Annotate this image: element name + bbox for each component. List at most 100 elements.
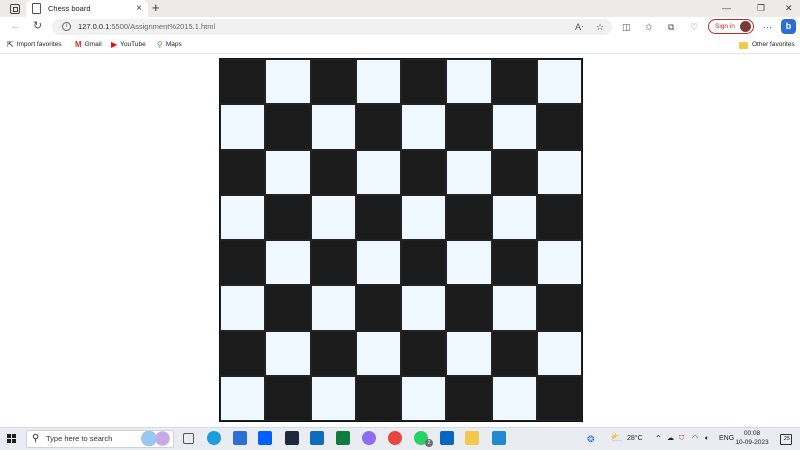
board-square-dark (536, 104, 582, 150)
favorite-gmail[interactable]: M Gmail (75, 40, 102, 50)
new-tab-button[interactable]: + (152, 0, 160, 16)
board-square-dark (491, 149, 537, 195)
board-square-light (265, 59, 311, 105)
close-window-button[interactable]: ✕ (785, 0, 793, 16)
excel-icon[interactable] (336, 431, 350, 445)
maximize-button[interactable]: ❐ (757, 0, 765, 16)
board-square-dark (220, 330, 266, 376)
notifications-icon[interactable]: 25 (780, 434, 792, 445)
favorite-maps[interactable]: ⚲ Maps (157, 40, 182, 50)
mail-icon[interactable] (310, 431, 324, 445)
info-icon[interactable]: i (62, 22, 71, 31)
board-square-dark (310, 59, 356, 105)
board-square-light (265, 149, 311, 195)
board-square-light (536, 149, 582, 195)
store-icon[interactable] (233, 431, 247, 445)
other-favorites-label: Other favorites (752, 41, 795, 48)
youtube-icon: ▶ (111, 40, 118, 49)
refresh-icon[interactable]: ↻ (33, 19, 42, 33)
board-square-light (491, 285, 537, 331)
search-highlight-icon (140, 431, 170, 446)
board-square-light (220, 194, 266, 240)
clock[interactable]: 00:08 10-09-2023 (735, 429, 769, 447)
board-square-light (401, 375, 447, 421)
chrome-icon[interactable] (388, 431, 402, 445)
board-square-light (355, 59, 401, 105)
favorite-import[interactable]: ⇱ Import favorites (7, 40, 62, 50)
help-icon[interactable]: ❂ (587, 432, 595, 446)
dropbox-icon[interactable] (258, 431, 272, 445)
url-host: 127.0.0.1 (78, 22, 110, 31)
board-square-light (491, 375, 537, 421)
edge-icon[interactable] (207, 431, 221, 445)
page-icon (32, 3, 41, 14)
read-aloud-icon[interactable]: Aᐧ (575, 21, 583, 33)
wifi-icon[interactable]: ◠ (692, 432, 698, 446)
bing-copilot-button[interactable]: b (781, 19, 796, 34)
board-square-light (355, 149, 401, 195)
board-square-light (355, 240, 401, 286)
speaker-icon[interactable]: 🔈︎ (705, 432, 709, 446)
terminal-icon[interactable] (285, 431, 299, 445)
browser-essentials-icon[interactable]: ♡ (690, 21, 698, 33)
board-square-light (401, 104, 447, 150)
file-explorer-icon[interactable] (465, 431, 479, 445)
workspaces-icon[interactable] (10, 4, 20, 14)
weather-icon[interactable]: ⛅ (610, 432, 622, 446)
split-screen-icon[interactable]: ◫ (622, 21, 631, 33)
board-square-dark (491, 330, 537, 376)
collections-icon[interactable]: ⧉ (668, 21, 674, 33)
board-square-light (355, 330, 401, 376)
board-square-dark (446, 104, 492, 150)
taskbar-search-placeholder[interactable]: Type here to search (46, 433, 112, 445)
board-square-light (536, 240, 582, 286)
board-square-dark (446, 285, 492, 331)
temperature-text[interactable]: 28°C (627, 432, 643, 446)
favorite-label: Maps (165, 41, 182, 48)
onedrive-icon[interactable]: ☁ (667, 432, 674, 446)
board-square-light (265, 240, 311, 286)
search-icon: ⚲ (32, 433, 40, 444)
language-indicator[interactable]: ENG (719, 432, 734, 446)
tab-close-icon[interactable]: × (136, 3, 142, 14)
tab-chess-board[interactable]: Chess board × (26, 0, 148, 17)
maps-icon: ⚲ (157, 40, 163, 49)
board-square-dark (491, 59, 537, 105)
board-square-light (401, 194, 447, 240)
more-menu-icon[interactable]: ··· (763, 21, 772, 33)
board-square-light (220, 285, 266, 331)
minimize-button[interactable]: — (722, 0, 731, 16)
board-square-dark (446, 194, 492, 240)
board-square-light (310, 194, 356, 240)
board-square-dark (265, 104, 311, 150)
board-square-dark (355, 375, 401, 421)
task-view-icon[interactable] (183, 433, 194, 444)
tab-title: Chess board (48, 4, 91, 13)
board-square-light (220, 104, 266, 150)
board-square-light (446, 330, 492, 376)
back-arrow-icon[interactable]: ← (10, 19, 21, 33)
board-square-dark (265, 194, 311, 240)
shield-icon[interactable]: ⛉ (679, 432, 684, 446)
board-square-dark (446, 375, 492, 421)
url-text[interactable]: 127.0.0.1:5500/Assignment%2015.1.html (78, 21, 215, 33)
show-hidden-icons-icon[interactable]: ⌃ (655, 432, 662, 446)
copilot-icon[interactable] (362, 431, 376, 445)
other-favorites[interactable]: Other favorites (739, 40, 795, 50)
favorite-youtube[interactable]: ▶ YouTube (111, 40, 146, 50)
board-square-dark (220, 240, 266, 286)
windows-start-icon[interactable] (7, 434, 16, 443)
board-square-light (446, 59, 492, 105)
board-square-light (536, 330, 582, 376)
board-square-dark (491, 240, 537, 286)
board-square-dark (310, 149, 356, 195)
whatsapp-badge: 2 (425, 439, 433, 447)
board-square-dark (401, 240, 447, 286)
sign-in-button[interactable]: Sign in (708, 19, 754, 34)
vscode-icon[interactable] (492, 431, 506, 445)
linkedin-icon[interactable] (440, 431, 454, 445)
favorite-label: Import favorites (16, 41, 62, 48)
favorite-star-icon[interactable]: ☆ (596, 21, 604, 33)
board-square-dark (355, 285, 401, 331)
favorites-icon[interactable]: ✩ (645, 21, 653, 33)
